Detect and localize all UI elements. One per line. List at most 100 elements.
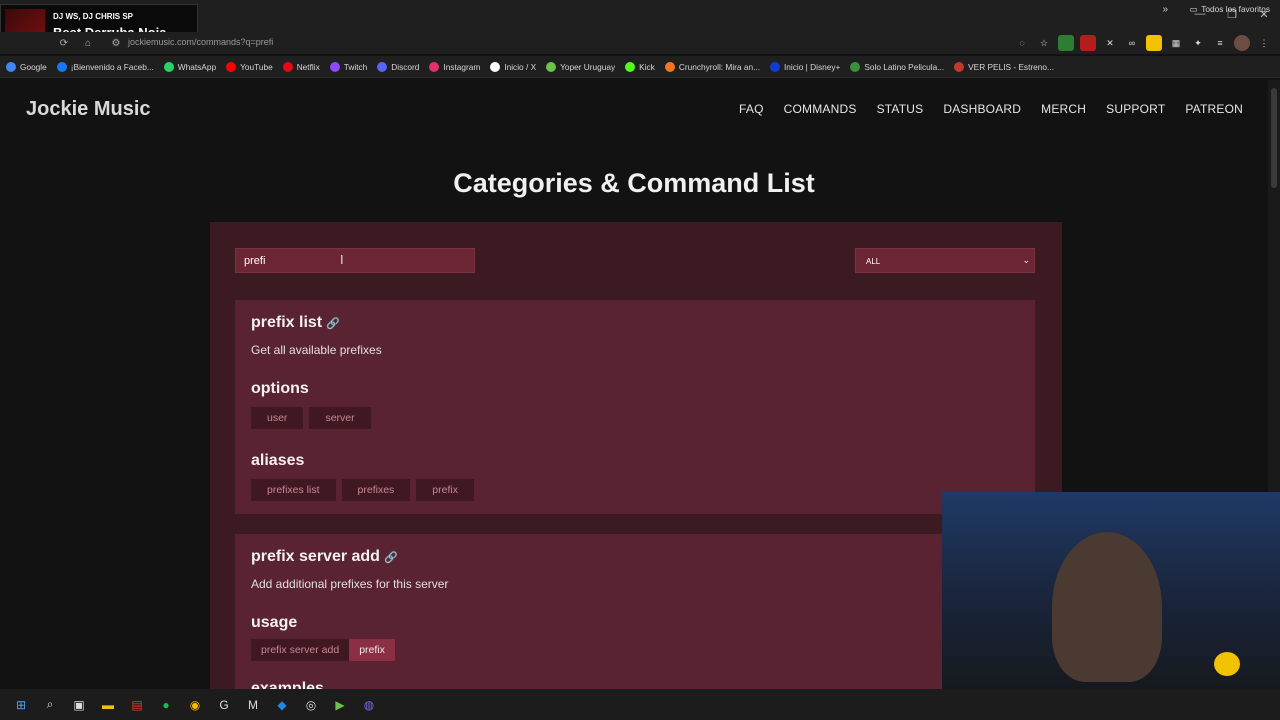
bookmark-label: Google [20,61,47,72]
bookmark-item[interactable]: VER PELIS - Estreno... [954,61,1054,72]
bookmark-item[interactable]: Google [6,61,47,72]
scrollbar-thumb[interactable] [1271,88,1277,188]
nav-link-dashboard[interactable]: DASHBOARD [943,102,1021,116]
bookmark-favicon-icon [282,61,293,72]
bookmark-item[interactable]: Solo Latino Pelicula... [850,61,945,72]
bookmark-favicon-icon [329,61,340,72]
bookmark-item[interactable]: Yoper Uruguay [546,61,616,72]
mute-extension-icon[interactable]: ✕ [1102,35,1118,51]
bookmark-favicon-icon [664,61,675,72]
options-chips: user server [251,407,371,429]
chrome-icon[interactable]: ◉ [186,696,204,714]
bookmark-label: VER PELIS - Estreno... [968,61,1054,72]
grid-extension-icon[interactable]: ▦ [1168,35,1184,51]
category-select[interactable]: ALL ⌄ [855,248,1035,273]
nav-link-patreon[interactable]: PATREON [1185,102,1243,116]
star-icon[interactable]: ☆ [1036,35,1052,51]
alias-chip[interactable]: prefixes [341,479,411,501]
usage-chip[interactable]: prefix server add [251,639,350,661]
file-explorer-icon[interactable]: ▬ [99,696,117,714]
reload-icon[interactable]: ⟳ [56,35,72,51]
bookmark-label: Yoper Uruguay [560,61,616,72]
url-text[interactable]: jockiemusic.com/commands?q=prefi [128,37,273,47]
discord-icon[interactable]: ◍ [360,696,378,714]
yellow-extension-icon[interactable] [1146,35,1162,51]
bookmark-label: Inicio | Disney+ [784,61,841,72]
bookmark-item[interactable]: YouTube [226,61,273,72]
bookmark-label: YouTube [240,61,273,72]
bookmark-favicon-icon [377,61,388,72]
bookmark-label: Crunchyroll: Mira an... [678,61,760,72]
text-cursor-icon: I [340,252,344,267]
bookmark-label: Netflix [296,61,320,72]
bookmark-item[interactable]: Kick [625,61,655,72]
bookmark-item[interactable]: WhatsApp [163,61,217,72]
bookmark-item[interactable]: Inicio | Disney+ [770,61,841,72]
command-name: prefix list [251,314,323,331]
bookmark-label: Kick [639,61,655,72]
bookmark-label: WhatsApp [177,61,217,72]
shield-extension-icon[interactable] [1058,35,1074,51]
command-search-input[interactable]: prefi [235,248,475,273]
usage-param-chip[interactable]: prefix [349,639,395,661]
bookmark-item[interactable]: Inicio / X [490,61,536,72]
bookmark-favicon-icon [163,61,174,72]
link-extension-icon[interactable]: ∞ [1124,35,1140,51]
bookmark-item[interactable]: Netflix [282,61,320,72]
search-icon[interactable]: ⌕ [41,696,59,714]
app-icon-bm[interactable]: M [244,696,262,714]
page-title: Categories & Command List [453,168,815,198]
bookmarks-overflow-icon[interactable]: » [1162,4,1168,15]
bookmark-label: Solo Latino Pelicula... [864,61,945,72]
aliases-chips: prefixes list prefixes prefix [251,479,474,501]
usage-chips: prefix server add prefix [251,639,395,661]
bookmark-item[interactable]: ¡Bienvenido a Faceb... [56,61,154,72]
bookmark-item[interactable]: Crunchyroll: Mira an... [664,61,760,72]
nav-link-status[interactable]: STATUS [877,102,924,116]
playlist-icon[interactable]: ≡ [1212,35,1228,51]
kebab-menu-icon[interactable]: ⋮ [1256,35,1272,51]
bookmark-item[interactable]: Discord [377,61,419,72]
link-icon[interactable]: 🔗 [326,318,340,330]
alias-chip[interactable]: prefix [416,479,474,501]
app-icon-shield[interactable]: ◆ [273,696,291,714]
option-chip[interactable]: server [309,407,371,429]
home-icon[interactable]: ⌂ [80,35,96,51]
command-description: Get all available prefixes [251,343,382,357]
top-navigation: FAQ COMMANDS STATUS DASHBOARD MERCH SUPPORT PA… [739,102,1243,116]
link-icon[interactable]: 🔗 [384,552,398,564]
spotify-icon[interactable]: ● [157,696,175,714]
bookmark-item[interactable]: Twitch [329,61,367,72]
bookmark-item[interactable]: Instagram [429,61,480,72]
bookmark-favicon-icon [625,61,636,72]
nav-link-faq[interactable]: FAQ [739,102,764,116]
bookmark-favicon-icon [850,61,861,72]
category-select-value: ALL [866,257,881,266]
bookmark-favicon-icon [770,61,780,72]
nav-link-commands[interactable]: COMMANDS [784,102,857,116]
command-description: Add additional prefixes for this server [251,577,449,591]
app-icon-play[interactable]: ▶ [331,696,349,714]
profile-avatar-icon[interactable] [1234,35,1250,51]
app-icon-g[interactable]: G [215,696,233,714]
site-info-icon[interactable]: ⚙ [108,35,124,51]
extensions-area: ◌ ☆ ✕ ∞ ▦ ✦ ≡ ⋮ [1014,35,1272,51]
app-icon-circle[interactable]: ◎ [302,696,320,714]
task-view-icon[interactable]: ▣ [70,696,88,714]
puzzle-icon[interactable]: ✦ [1190,35,1206,51]
red-extension-icon[interactable] [1080,35,1096,51]
address-bar-row: ⟳ ⌂ ⚙ jockiemusic.com/commands?q=prefi ◌… [0,32,1280,54]
all-bookmarks-folder[interactable]: ▭ Todos los favoritos [1189,4,1270,14]
bookmark-label: ¡Bienvenido a Faceb... [70,61,154,72]
nav-link-support[interactable]: SUPPORT [1106,102,1165,116]
alias-chip[interactable]: prefixes list [251,479,336,501]
site-logo[interactable]: Jockie Music [26,98,151,121]
app-icon-red[interactable]: ▤ [128,696,146,714]
eye-off-icon[interactable]: ◌ [1014,35,1030,51]
command-title: prefix server add 🔗 [251,548,398,566]
bookmark-favicon-icon [6,61,16,72]
command-card: prefix list 🔗 Get all available prefixes … [235,300,1035,514]
option-chip[interactable]: user [251,407,304,429]
windows-start-icon[interactable]: ⊞ [12,696,30,714]
nav-link-merch[interactable]: MERCH [1041,102,1086,116]
